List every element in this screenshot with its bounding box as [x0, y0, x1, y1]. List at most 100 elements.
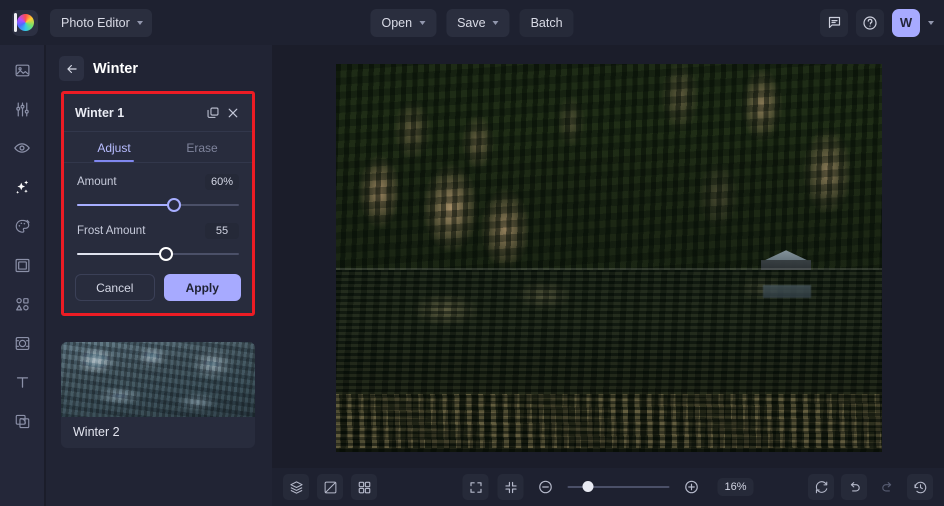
sidebar-item-image[interactable] [7, 57, 37, 83]
preset-label: Winter 2 [73, 425, 120, 439]
save-button[interactable]: Save [446, 8, 510, 37]
bottom-toolbar: 16% [272, 468, 944, 506]
chevron-down-icon [136, 20, 143, 25]
photo-editor-window: Photo Editor Open Save Batch W Winter Wi… [0, 0, 944, 506]
sidebar-item-elements[interactable] [7, 291, 37, 317]
effects-panel: Winter Winter 1 Adjust Erase Amount 60% … [46, 45, 272, 506]
color-wheel-logo-icon [13, 13, 34, 32]
shapes-icon [15, 297, 29, 310]
layers-button[interactable] [283, 474, 309, 500]
page-title: Winter [93, 60, 138, 77]
zoom-slider-handle[interactable] [582, 481, 594, 492]
preset-card-winter-2[interactable]: Winter 2 [61, 342, 255, 448]
highlight-box: Winter 1 Adjust Erase Amount 60% Frost A… [61, 91, 255, 316]
layers-icon [289, 480, 303, 494]
sidebar-item-text[interactable] [7, 369, 37, 395]
text-icon [16, 376, 28, 388]
dialog-actions: Cancel Apply [64, 261, 252, 313]
bottom-left-tools [283, 474, 377, 500]
app-menu-button[interactable]: Photo Editor [50, 8, 152, 37]
zoom-out-icon [539, 480, 552, 494]
account-actions-group: W [820, 8, 934, 37]
amount-slider-handle[interactable] [167, 198, 182, 212]
dialog-title: Winter 1 [75, 106, 125, 120]
duplicate-button[interactable] [203, 103, 223, 123]
sidebar-item-color[interactable] [7, 213, 37, 239]
cabin-reflection [763, 285, 812, 299]
chevron-down-icon[interactable] [928, 20, 934, 25]
dialog-tabs: Adjust Erase [64, 132, 252, 162]
frost-slider-handle[interactable] [159, 247, 174, 261]
chevron-down-icon [419, 20, 426, 25]
layers-overlay-icon [15, 414, 29, 428]
back-button[interactable] [59, 56, 84, 81]
compare-button[interactable] [317, 474, 343, 500]
fullscreen-button[interactable] [462, 474, 489, 500]
zoom-level-value[interactable]: 16% [717, 478, 754, 496]
fit-to-screen-button[interactable] [497, 474, 524, 500]
zoom-slider[interactable] [567, 481, 670, 493]
help-button[interactable] [856, 8, 884, 37]
adjust-sliders-icon [15, 102, 29, 116]
tool-rail [0, 45, 45, 506]
photo-content [336, 64, 882, 452]
palette-icon [15, 219, 30, 233]
undo-icon [850, 481, 860, 491]
redo-button[interactable] [874, 474, 900, 500]
save-button-label: Save [457, 15, 486, 30]
grid-button[interactable] [351, 474, 377, 500]
preset-thumbnail [61, 342, 255, 417]
canvas-area[interactable] [272, 45, 944, 468]
open-button-label: Open [381, 15, 413, 30]
avatar-initial: W [899, 15, 913, 30]
question-circle-icon [863, 15, 877, 30]
arrow-left-icon [66, 64, 77, 73]
batch-button[interactable]: Batch [519, 8, 574, 37]
sidebar-item-frames[interactable] [7, 252, 37, 278]
zoom-in-button[interactable] [679, 474, 705, 500]
zoom-out-button[interactable] [533, 474, 559, 500]
chat-bubble-icon [828, 16, 840, 29]
app-menu-label: Photo Editor [61, 15, 130, 30]
feedback-button[interactable] [820, 8, 848, 37]
frost-amount-value[interactable]: 55 [205, 223, 239, 239]
focus-crop-icon [15, 336, 29, 350]
sidebar-item-retouch[interactable] [7, 135, 37, 161]
water-texture [336, 393, 882, 449]
sparkles-icon [16, 180, 29, 194]
frost-amount-label: Frost Amount [77, 225, 146, 237]
zoom-controls: 16% [462, 474, 754, 500]
batch-button-label: Batch [530, 15, 563, 30]
history-icon [913, 481, 926, 493]
amount-label: Amount [77, 176, 117, 188]
reset-icon [815, 480, 827, 493]
amount-slider[interactable] [77, 198, 239, 212]
sidebar-item-focus[interactable] [7, 330, 37, 356]
sidebar-item-adjust[interactable] [7, 96, 37, 122]
avatar[interactable]: W [892, 8, 920, 37]
forest-region [336, 64, 882, 270]
history-button[interactable] [907, 474, 933, 500]
redo-icon [881, 481, 891, 491]
undo-button[interactable] [841, 474, 867, 500]
canvas-image[interactable] [336, 64, 882, 452]
open-button[interactable]: Open [370, 8, 437, 37]
top-toolbar: Photo Editor Open Save Batch W [0, 0, 944, 45]
file-actions-group: Open Save Batch [370, 8, 574, 37]
tab-erase[interactable]: Erase [158, 132, 246, 162]
close-button[interactable] [223, 103, 243, 123]
amount-value[interactable]: 60% [205, 174, 239, 190]
winter-effect-dialog: Winter 1 Adjust Erase Amount 60% Frost A… [64, 94, 252, 313]
cancel-button[interactable]: Cancel [75, 274, 155, 301]
sidebar-item-effects[interactable] [7, 174, 37, 200]
fullscreen-icon [469, 481, 482, 493]
frost-amount-slider[interactable] [77, 247, 239, 261]
sidebar-item-overlays[interactable] [7, 408, 37, 434]
image-icon [15, 64, 29, 76]
dialog-header: Winter 1 [64, 94, 252, 132]
eye-icon [14, 143, 30, 153]
reset-button[interactable] [808, 474, 834, 500]
tab-adjust[interactable]: Adjust [70, 132, 158, 162]
app-logo[interactable] [12, 9, 38, 36]
apply-button[interactable]: Apply [163, 274, 241, 301]
